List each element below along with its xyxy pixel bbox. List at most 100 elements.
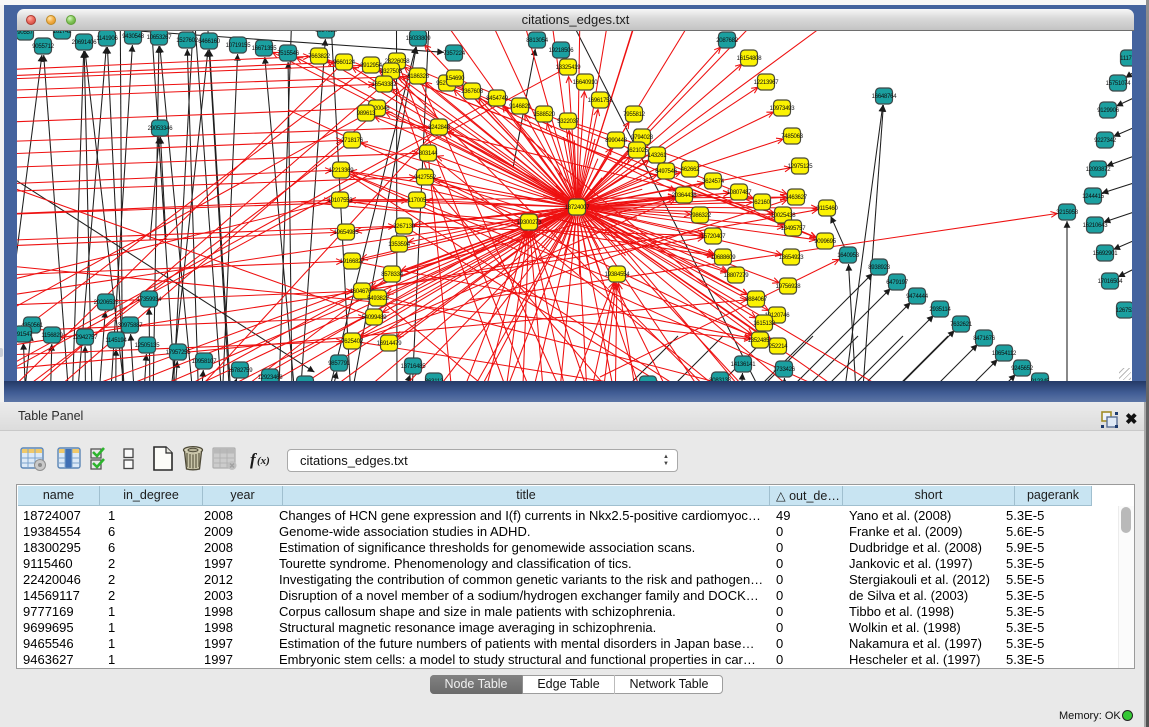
svg-text:6497546: 6497546 (655, 169, 678, 175)
svg-text:19166827: 19166827 (340, 259, 366, 265)
svg-text:13654923: 13654923 (779, 255, 805, 261)
svg-text:12942757: 12942757 (73, 335, 99, 341)
svg-text:1463627: 1463627 (785, 195, 808, 201)
svg-text:2718176: 2718176 (341, 138, 364, 144)
svg-text:10688609: 10688609 (711, 255, 737, 261)
svg-text:1141906: 1141906 (96, 36, 118, 42)
svg-text:7357224: 7357224 (443, 51, 466, 57)
svg-text:12213369: 12213369 (329, 168, 355, 174)
svg-text:90557: 90557 (17, 31, 33, 36)
svg-text:19654985: 19654985 (334, 230, 360, 236)
svg-text:12213967: 12213967 (754, 80, 780, 86)
svg-text:62160: 62160 (754, 200, 770, 206)
svg-text:18807279: 18807279 (724, 273, 750, 279)
svg-text:9884067: 9884067 (745, 297, 768, 303)
svg-text:391547: 391547 (17, 332, 33, 338)
svg-text:8578334: 8578334 (381, 272, 404, 278)
svg-text:8454749: 8454749 (486, 96, 509, 102)
svg-text:9430548: 9430548 (122, 34, 145, 40)
svg-text:9099695: 9099695 (814, 239, 837, 245)
svg-text:803144: 803144 (419, 151, 438, 157)
svg-text:20691406: 20691406 (72, 40, 98, 46)
svg-text:462662: 462662 (681, 167, 700, 173)
svg-text:5493822: 5493822 (367, 296, 390, 302)
svg-text:126753: 126753 (1116, 308, 1132, 314)
svg-text:6466160: 6466160 (198, 39, 221, 45)
svg-text:8938923: 8938923 (868, 265, 891, 271)
svg-text:863112: 863112 (425, 379, 444, 381)
svg-text:9115460: 9115460 (816, 206, 838, 212)
svg-text:161742: 161742 (53, 31, 72, 35)
svg-text:16543382: 16543382 (372, 82, 398, 88)
svg-text:8834628: 8834628 (315, 31, 338, 34)
svg-text:111754: 111754 (1120, 56, 1132, 62)
svg-text:16961758: 16961758 (588, 98, 614, 104)
svg-text:17016504: 17016504 (1098, 279, 1124, 285)
svg-text:16671355: 16671355 (252, 46, 278, 52)
svg-text:13495757: 13495757 (781, 226, 807, 232)
svg-text:20206535: 20206535 (94, 300, 120, 306)
svg-text:8471676: 8471676 (973, 336, 996, 342)
svg-text:7955812: 7955812 (623, 112, 646, 118)
svg-text:14136141: 14136141 (731, 362, 757, 368)
svg-text:29053346: 29053346 (148, 126, 174, 132)
svg-text:10654112: 10654112 (992, 351, 1017, 357)
svg-text:15720407: 15720407 (701, 234, 727, 240)
svg-text:15751074: 15751074 (1106, 81, 1132, 87)
svg-text:3267130: 3267130 (393, 224, 416, 230)
svg-text:13716485: 13716485 (401, 364, 427, 370)
svg-text:1733426: 1733426 (773, 367, 796, 373)
svg-text:15692901: 15692901 (1093, 251, 1119, 257)
svg-text:10107553: 10107553 (328, 198, 354, 204)
svg-text:10807487: 10807487 (727, 190, 753, 196)
svg-text:989613: 989613 (357, 111, 376, 117)
svg-text:9245652: 9245652 (1011, 366, 1034, 372)
svg-text:10958107: 10958107 (192, 359, 218, 365)
svg-text:9327503: 9327503 (380, 69, 403, 75)
svg-text:9227342: 9227342 (1094, 138, 1117, 144)
svg-text:1621025: 1621025 (626, 148, 649, 154)
svg-text:19384554: 19384554 (605, 272, 631, 278)
svg-text:9857791: 9857791 (328, 361, 351, 367)
svg-text:2935114: 2935114 (929, 307, 951, 313)
svg-text:8186328: 8186328 (407, 74, 430, 80)
svg-text:1353594: 1353594 (388, 242, 411, 248)
svg-text:7485063: 7485063 (781, 134, 804, 140)
svg-text:19218506: 19218506 (549, 48, 575, 54)
svg-text:9794028: 9794028 (631, 135, 654, 141)
svg-text:17359934: 17359934 (137, 297, 163, 303)
svg-text:7625402: 7625402 (341, 339, 364, 345)
svg-text:1244415: 1244415 (1082, 194, 1105, 200)
svg-text:8242848: 8242848 (428, 125, 451, 131)
svg-text:9427552: 9427552 (414, 175, 437, 181)
svg-text:19756928: 19756928 (776, 284, 802, 290)
svg-text:912345: 912345 (1031, 379, 1050, 381)
svg-text:12093872: 12093872 (1086, 167, 1112, 173)
svg-text:16033809: 16033809 (406, 36, 432, 42)
svg-text:10973493: 10973493 (770, 106, 796, 112)
svg-text:8083133: 8083133 (709, 378, 732, 381)
svg-text:54099489: 54099489 (362, 315, 388, 321)
svg-text:16640910: 16640910 (573, 80, 599, 86)
svg-text:9474444: 9474444 (906, 294, 929, 300)
svg-text:9146821: 9146821 (509, 104, 532, 110)
svg-text:12975125: 12975125 (788, 164, 814, 170)
svg-text:16648764: 16648764 (872, 94, 898, 100)
svg-text:1640953: 1640953 (837, 253, 860, 259)
svg-text:12923468: 12923468 (258, 375, 284, 381)
svg-text:1615132: 1615132 (753, 321, 776, 327)
svg-text:6479197: 6479197 (886, 280, 909, 286)
svg-text:30975887: 30975887 (118, 323, 144, 329)
svg-text:1145194: 1145194 (105, 338, 127, 344)
svg-text:8813054: 8813054 (526, 38, 549, 44)
svg-text:2367608: 2367608 (461, 89, 484, 95)
svg-text:9129906: 9129906 (1097, 108, 1120, 114)
svg-text:10025438: 10025438 (771, 213, 797, 219)
svg-text:9660124: 9660124 (333, 60, 356, 66)
svg-text:1156829: 1156829 (41, 333, 63, 339)
svg-text:5322037: 5322037 (557, 119, 580, 125)
svg-text:16154808: 16154808 (737, 56, 763, 62)
svg-text:17957255: 17957255 (166, 350, 192, 356)
svg-text:10653267: 10653267 (147, 35, 173, 41)
svg-text:16210643: 16210643 (1083, 223, 1109, 229)
